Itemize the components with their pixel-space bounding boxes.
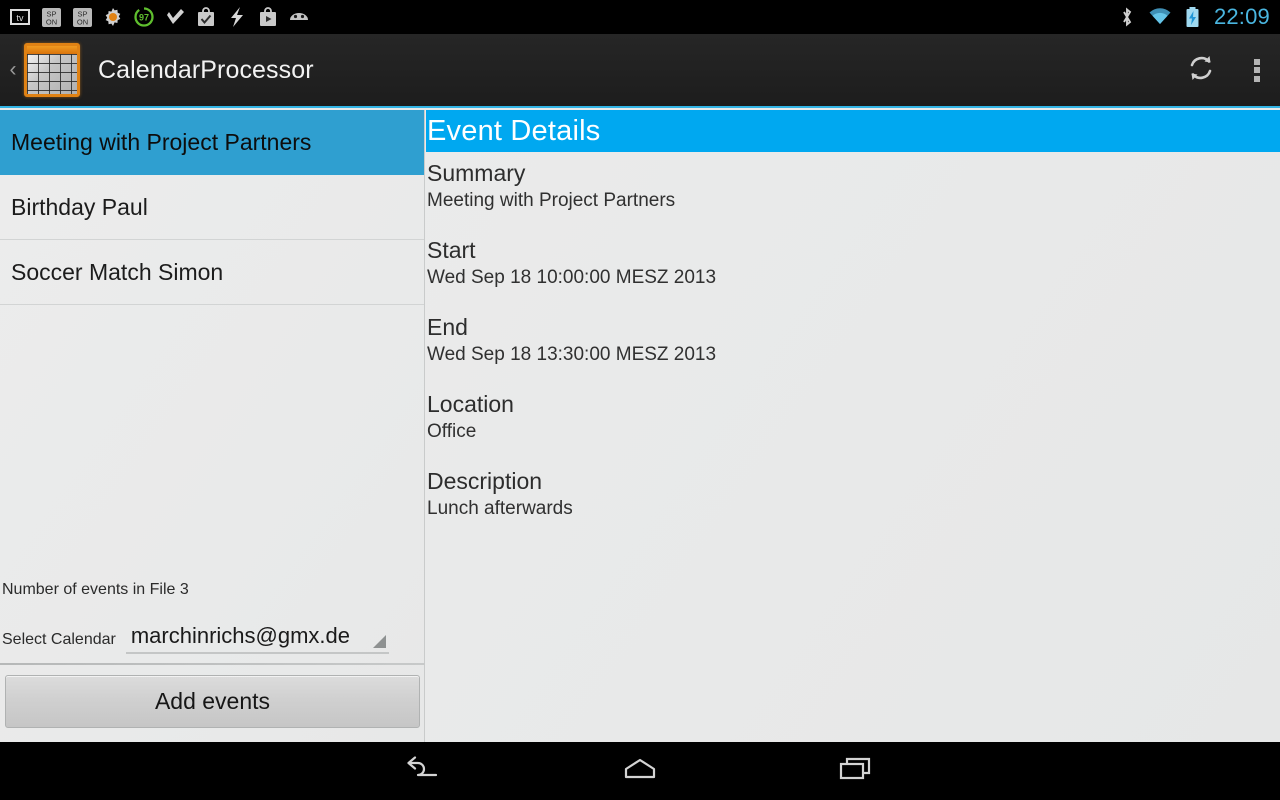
detail-field-end: End Wed Sep 18 13:30:00 MESZ 2013	[427, 312, 1280, 368]
system-navigation-bar	[0, 742, 1280, 800]
field-value: Lunch afterwards	[427, 498, 573, 519]
events-count-label: Number of events in File 3	[2, 581, 189, 598]
event-list-panel: Meeting with Project Partners Birthday P…	[0, 110, 425, 742]
tv-icon: tv	[8, 5, 32, 29]
bag-checkmark-icon	[194, 5, 218, 29]
status-bar: tv SP ON SP ON 97 22:09	[0, 0, 1280, 34]
refresh-icon	[1185, 52, 1217, 89]
list-item[interactable]: Soccer Match Simon	[0, 240, 424, 305]
detail-field-description: Description Lunch afterwards	[427, 466, 1280, 522]
event-details-title: Event Details	[427, 114, 601, 147]
event-details-panel: Event Details Summary Meeting with Proje…	[426, 110, 1280, 742]
overflow-menu-icon	[1254, 56, 1260, 84]
detail-field-location: Location Office	[427, 389, 1280, 445]
field-value: Office	[427, 421, 477, 442]
overflow-menu-button[interactable]	[1234, 33, 1280, 107]
field-value: Wed Sep 18 13:30:00 MESZ 2013	[427, 344, 717, 365]
calendar-selector-row: Select Calendar marchinrichs@gmx.de	[0, 620, 425, 654]
calendar-spinner[interactable]: marchinrichs@gmx.de	[125, 620, 389, 654]
detail-field-summary: Summary Meeting with Project Partners	[427, 158, 1280, 214]
select-calendar-label: Select Calendar	[2, 631, 116, 648]
recents-button[interactable]	[748, 742, 964, 800]
svg-text:ON: ON	[76, 17, 87, 26]
field-value: Wed Sep 18 10:00:00 MESZ 2013	[427, 267, 717, 288]
field-label: Description	[427, 468, 543, 494]
event-list-item-title: Meeting with Project Partners	[11, 128, 312, 155]
home-button[interactable]	[532, 742, 748, 800]
field-label: Start	[427, 237, 476, 263]
android-screen: tv SP ON SP ON 97 22:09 ‹ CalendarProces…	[0, 0, 1280, 800]
refresh-button[interactable]	[1168, 33, 1234, 107]
page-title: CalendarProcessor	[98, 55, 314, 84]
status-bar-clock: 22:09	[1213, 4, 1270, 29]
system-status-icons: 22:09	[1115, 4, 1280, 30]
list-item[interactable]: Birthday Paul	[0, 175, 424, 240]
event-list-item-title: Soccer Match Simon	[11, 258, 224, 285]
field-label: Summary	[427, 160, 526, 186]
battery-charging-icon	[1181, 5, 1205, 29]
sp-on-icon: SP ON	[39, 5, 63, 29]
svg-text:ON: ON	[45, 17, 56, 26]
calendar-icon-header	[27, 46, 77, 54]
event-details-header: Event Details	[426, 110, 1280, 152]
play-store-icon	[256, 5, 280, 29]
back-icon	[404, 754, 444, 789]
wifi-icon	[1148, 5, 1172, 29]
android-head-icon	[287, 5, 311, 29]
battery-97-icon: 97	[132, 5, 156, 29]
field-label: Location	[427, 391, 514, 417]
calendar-spinner-value: marchinrichs@gmx.de	[130, 623, 351, 648]
list-item[interactable]: Meeting with Project Partners	[0, 110, 424, 175]
field-value: Meeting with Project Partners	[427, 190, 676, 211]
home-icon	[620, 755, 660, 788]
bluetooth-icon	[1115, 5, 1139, 29]
action-bar-actions	[1168, 33, 1280, 107]
footer-divider	[0, 663, 425, 665]
content-area: Meeting with Project Partners Birthday P…	[0, 110, 1280, 742]
svg-text:97: 97	[139, 13, 149, 23]
svg-text:tv: tv	[16, 13, 24, 23]
add-events-button-wrapper: Add events	[0, 675, 425, 742]
notification-icons: tv SP ON SP ON 97	[0, 5, 311, 29]
checkmark-icon	[163, 5, 187, 29]
lightning-bolt-icon	[225, 5, 249, 29]
sp-on-icon: SP ON	[70, 5, 94, 29]
action-bar: ‹ CalendarProcessor	[0, 34, 1280, 108]
calendar-icon-grid	[27, 54, 77, 94]
detail-field-start: Start Wed Sep 18 10:00:00 MESZ 2013	[427, 235, 1280, 291]
gear-icon	[101, 5, 125, 29]
recents-icon	[837, 755, 875, 788]
chevron-down-icon	[373, 635, 386, 648]
list-panel-footer: Number of events in File 3 Select Calend…	[0, 581, 425, 742]
calendar-grid-icon[interactable]	[24, 43, 80, 97]
add-events-button[interactable]: Add events	[5, 675, 420, 728]
up-navigation-icon[interactable]: ‹	[0, 33, 22, 107]
event-details-body: Summary Meeting with Project Partners St…	[426, 152, 1280, 522]
field-label: End	[427, 314, 468, 340]
back-button[interactable]	[316, 742, 532, 800]
event-list-item-title: Birthday Paul	[11, 193, 148, 220]
